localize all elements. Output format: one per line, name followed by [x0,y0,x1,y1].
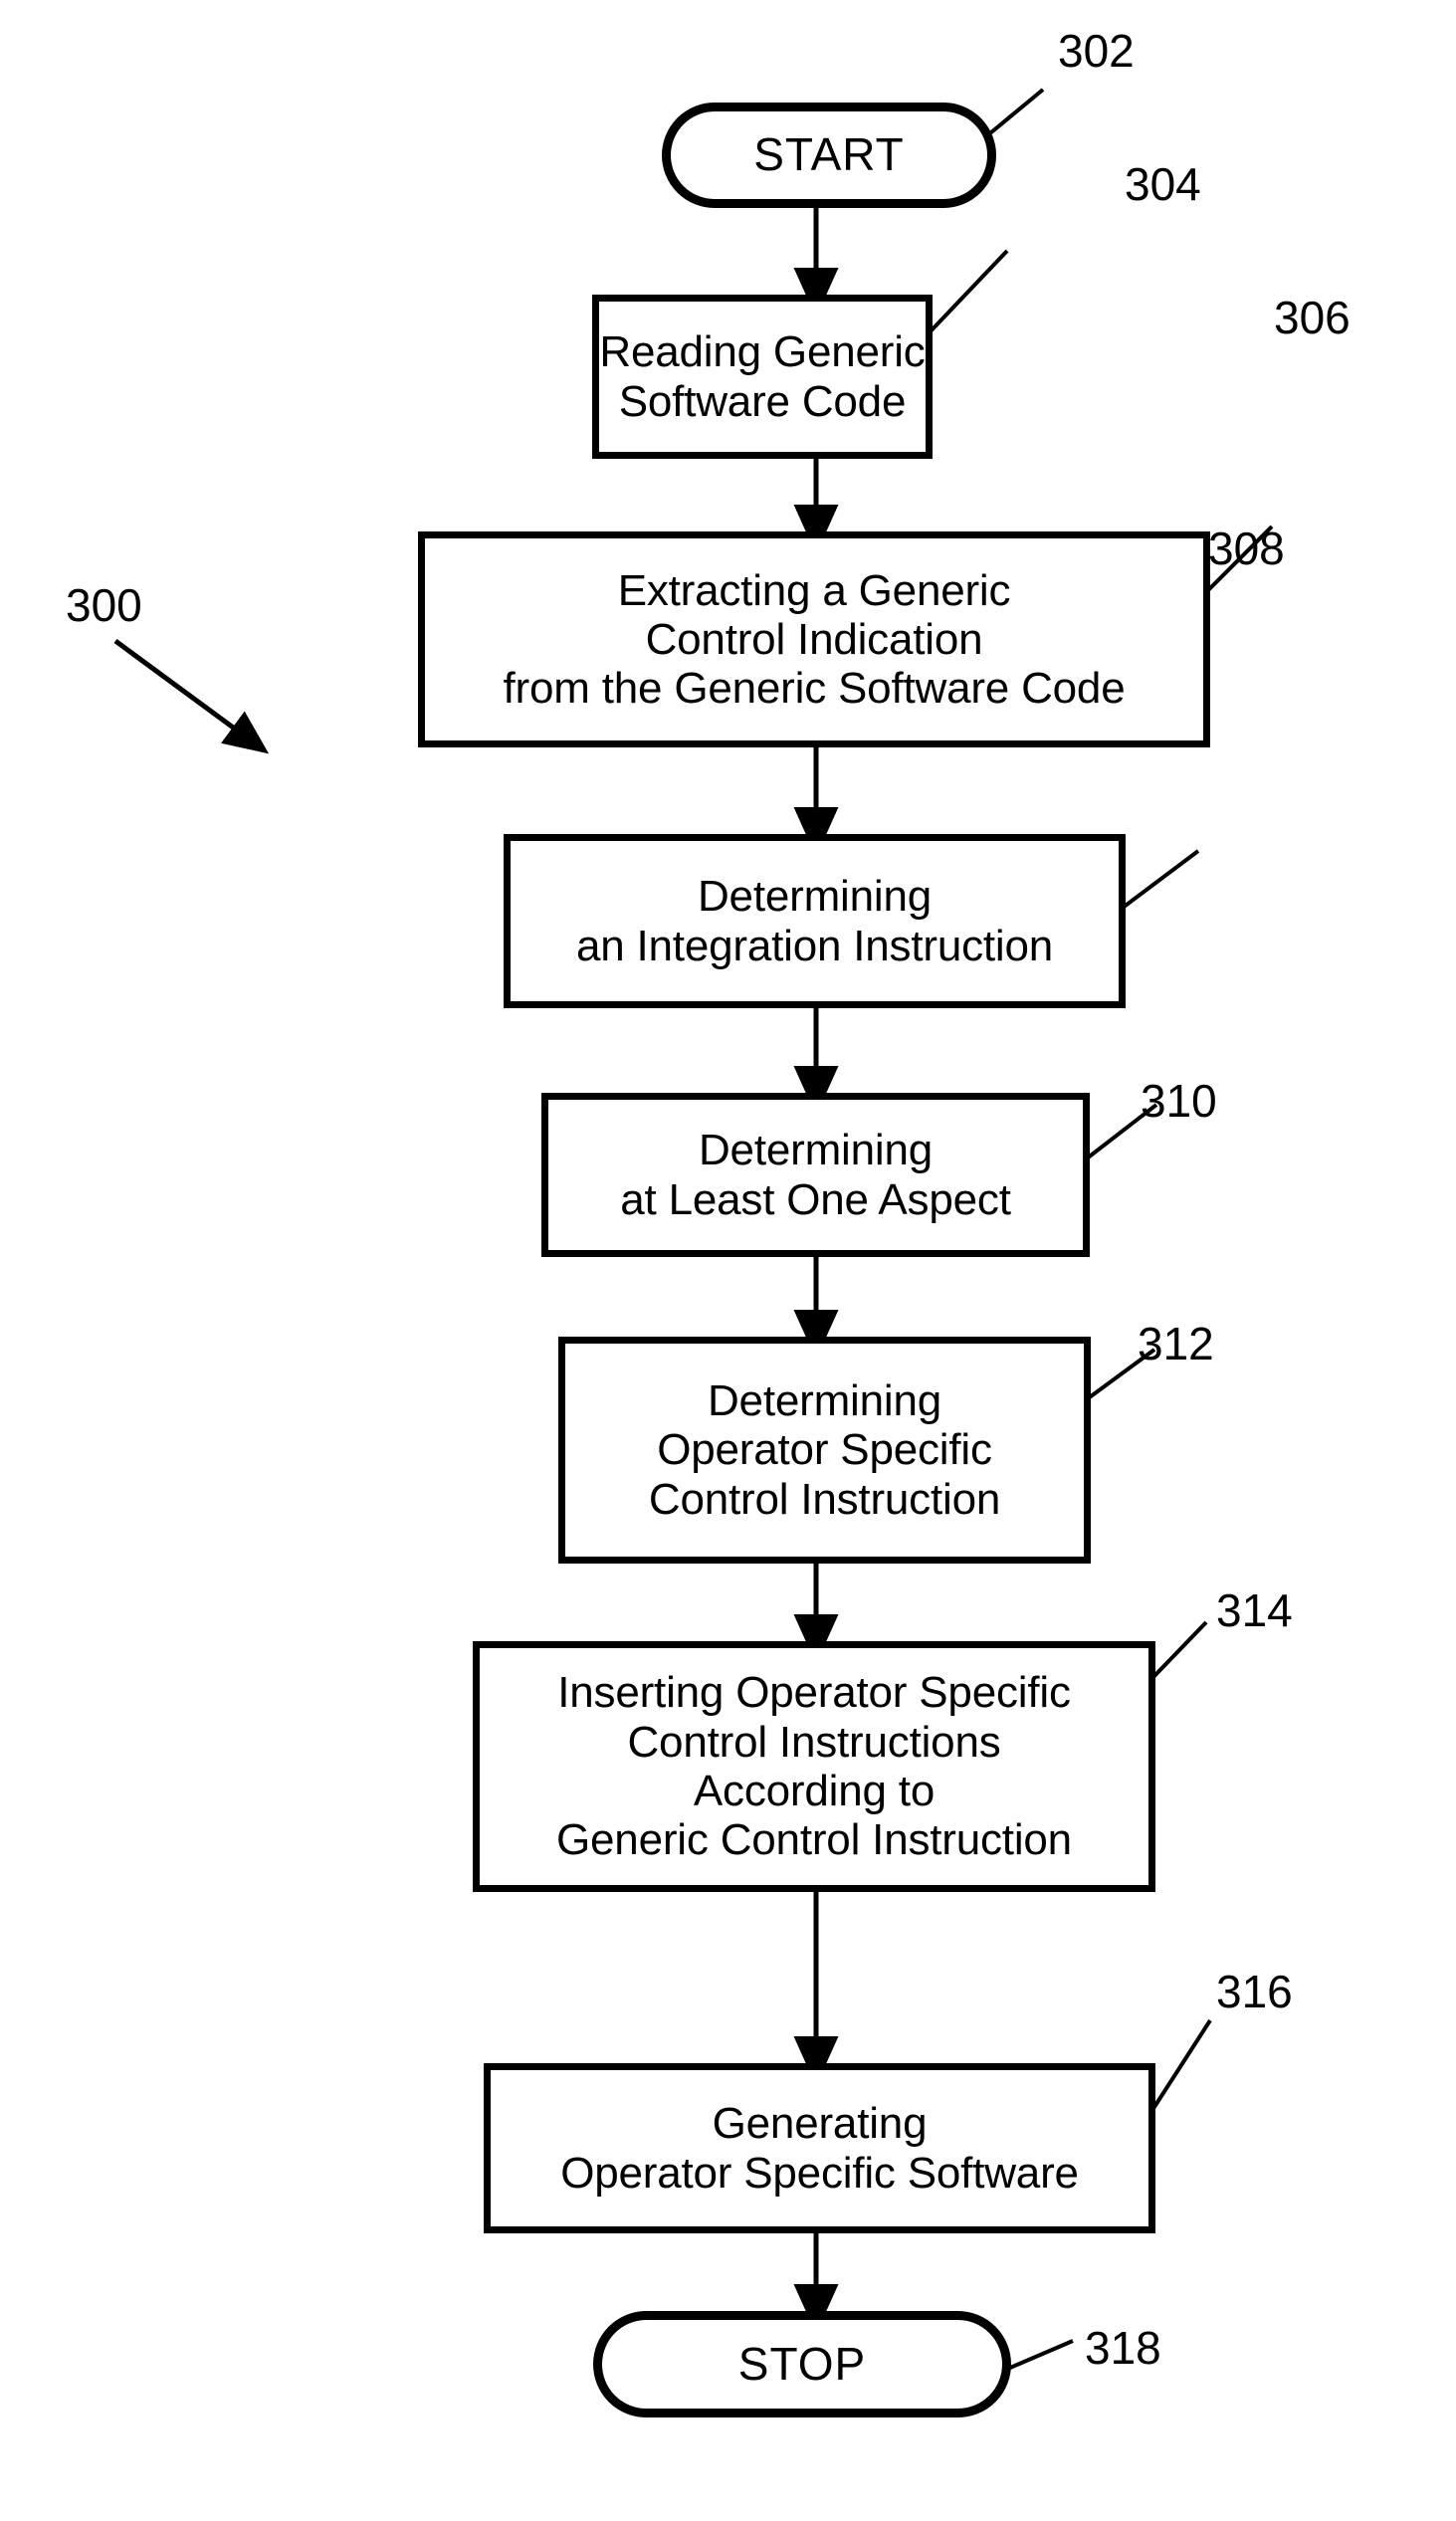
flowchart-node-label-308: Determining an Integration Instruction [575,872,1054,970]
reference-numeral-312: 312 [1138,1318,1214,1369]
leader-line-314 [1150,1620,1208,1680]
flowchart-node-308: Determining an Integration Instruction [504,834,1126,1008]
flowchart-node-label-302: START [753,128,905,181]
flowchart-node-316: Generating Operator Specific Software [484,2063,1155,2233]
flowchart-node-label-310: Determining at Least One Aspect [620,1126,1011,1224]
flowchart-node-312: Determining Operator Specific Control In… [558,1337,1091,1564]
reference-numeral-308: 308 [1208,523,1285,574]
figure-pointer-arrow [113,638,270,754]
flowchart-node-label-314: Inserting Operator Specific Control Inst… [556,1668,1072,1865]
flowchart-node-304: Reading Generic Software Code [592,295,933,459]
reference-numeral-316: 316 [1216,1966,1293,2017]
flowchart-node-label-312: Determining Operator Specific Control In… [648,1376,1001,1524]
flowchart-node-label-316: Generating Operator Specific Software [560,2099,1079,2198]
figure-reference-arrow [113,638,270,754]
leader-line-308 [1121,849,1200,910]
flowchart-node-label-304: Reading Generic Software Code [599,327,926,426]
reference-numeral-302: 302 [1058,25,1135,77]
leader-line-318 [1002,2339,1074,2373]
patent-figure-flowchart: START Reading Generic Software Code Extrac… [0,0,1456,2521]
reference-numeral-306: 306 [1274,292,1351,343]
figure-reference-numeral: 300 [66,579,142,631]
leader-line-316 [1150,2018,1212,2112]
flowchart-node-302: START [662,103,996,208]
flowchart-node-306: Extracting a Generic Control Indication … [418,531,1210,747]
flowchart-node-label-318: STOP [737,2337,867,2390]
reference-numeral-318: 318 [1085,2322,1161,2374]
leader-line-302 [983,88,1045,139]
reference-numeral-314: 314 [1216,1584,1293,1636]
reference-numeral-310: 310 [1141,1075,1217,1127]
flowchart-node-318: STOP [593,2311,1011,2417]
flowchart-node-label-306: Extracting a Generic Control Indication … [503,565,1126,714]
leader-line-304 [926,249,1009,336]
reference-numeral-304: 304 [1125,158,1201,210]
flowchart-node-310: Determining at Least One Aspect [541,1093,1090,1257]
flowchart-node-314: Inserting Operator Specific Control Inst… [473,1641,1155,1892]
